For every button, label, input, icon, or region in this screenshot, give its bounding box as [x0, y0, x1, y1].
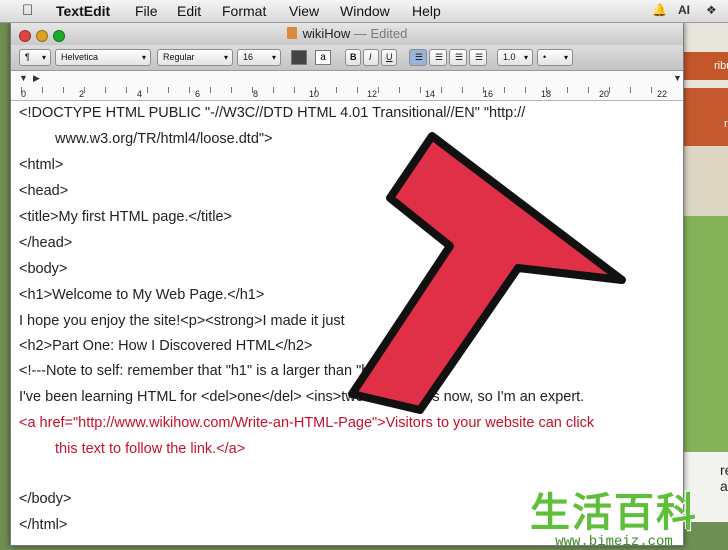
format-toolbar: ¶ ▾ Helvetica ▾ Regular ▾ 16 ▾ a B I U ☰ ☰ ☰…	[11, 45, 683, 71]
ruler-number: 22	[657, 89, 668, 99]
list-style-popup[interactable]: • ▾	[537, 49, 573, 66]
link-code-line: this text to follow the link.</a>	[55, 441, 246, 457]
right-margin-marker-icon[interactable]: ▼	[673, 73, 682, 83]
code-line: www.w3.org/TR/html4/loose.dtd">	[55, 131, 273, 147]
code-line: </html>	[19, 517, 68, 533]
ruler-number: 8	[253, 89, 259, 99]
code-line: <body>	[19, 261, 68, 277]
dropbox-icon[interactable]: ❖	[706, 3, 717, 17]
ruler-number: 0	[21, 89, 27, 99]
menu-file[interactable]: File	[135, 3, 158, 19]
window-title: wikiHow	[302, 26, 351, 41]
watermark-logo: 生活百科	[530, 490, 698, 536]
background-tab: ributes	[680, 52, 728, 80]
underline-button[interactable]: U	[381, 49, 397, 66]
justify-button[interactable]: ☰	[469, 49, 487, 66]
font-size-combo[interactable]: 16 ▾	[237, 49, 281, 66]
code-line: </head>	[19, 235, 73, 251]
ruler-number: 12	[367, 89, 378, 99]
ruler-number: 4	[137, 89, 143, 99]
menu-format[interactable]: Format	[222, 3, 266, 19]
code-line: </body>	[19, 491, 72, 507]
textedit-window: wikiHow — Edited ¶ ▾ Helvetica ▾ Regular ▾ …	[10, 22, 684, 546]
ruler-ticks	[21, 87, 661, 93]
font-family-popup[interactable]: Helvetica ▾	[55, 49, 151, 66]
window-titlebar[interactable]: wikiHow — Edited	[11, 23, 683, 45]
ruler-number: 14	[425, 89, 436, 99]
zoom-button[interactable]	[53, 30, 65, 42]
align-center-button[interactable]: ☰	[429, 49, 447, 66]
code-line: <!DOCTYPE HTML PUBLIC "-//W3C//DTD HTML …	[19, 105, 526, 121]
chevron-down-icon: ▾	[271, 53, 276, 62]
link-code-line: <a href="http://www.wikihow.com/Write-an…	[19, 415, 595, 431]
apple-menu-icon[interactable]: 	[22, 2, 33, 19]
minimize-button[interactable]	[36, 30, 48, 42]
code-line: I've been learning HTML for <del>one</de…	[19, 389, 585, 405]
menu-app-textedit[interactable]: TextEdit	[56, 3, 110, 19]
document-icon	[286, 27, 297, 39]
code-line: <title>My first HTML page.</title>	[19, 209, 233, 225]
menu-window[interactable]: Window	[340, 3, 390, 19]
background-request-panel: reques	[680, 88, 728, 146]
background-green-panel	[680, 216, 728, 456]
indent-marker-icon[interactable]: ▶	[33, 73, 40, 84]
code-line: <html>	[19, 157, 64, 173]
align-left-button[interactable]: ☰	[409, 49, 427, 66]
menu-view[interactable]: View	[289, 3, 319, 19]
close-button[interactable]	[19, 30, 31, 42]
text-color-swatch[interactable]	[291, 50, 307, 65]
ruler-number: 18	[541, 89, 552, 99]
code-line: <!---Note to self: remember that "h1" is…	[19, 363, 406, 379]
menu-edit[interactable]: Edit	[177, 3, 201, 19]
notification-bell-icon[interactable]: 🔔	[652, 3, 667, 17]
align-right-button[interactable]: ☰	[449, 49, 467, 66]
highlight-color-swatch[interactable]: a	[315, 50, 331, 65]
edited-status: Edited	[370, 26, 408, 41]
ruler-number: 10	[309, 89, 320, 99]
watermark: 生活百科 www.bimeiz.com	[530, 480, 698, 550]
code-line: <h2>Part One: How I Discovered HTML</h2>	[19, 338, 313, 354]
ruler[interactable]: ▼ ▶ ▼ 0 2 4 6 8 10 12 14 16 18 20 22	[11, 71, 683, 101]
ruler-number: 16	[483, 89, 494, 99]
watermark-url: www.bimeiz.com	[555, 534, 673, 550]
menu-help[interactable]: Help	[412, 3, 441, 19]
background-section	[680, 146, 728, 216]
font-style-popup[interactable]: Regular ▾	[157, 49, 233, 66]
chevron-down-icon: ▾	[141, 53, 146, 62]
ruler-number: 6	[195, 89, 201, 99]
code-line: <head>	[19, 183, 69, 199]
adobe-tray-label[interactable]: AI	[678, 3, 690, 17]
menu-bar:  TextEdit File Edit Format View Window …	[0, 0, 728, 23]
chevron-down-icon: ▾	[41, 53, 46, 62]
title-separator: —	[353, 26, 371, 41]
code-line: <h1>Welcome to My Web Page.</h1>	[19, 287, 265, 303]
chevron-down-icon: ▾	[223, 53, 228, 62]
ruler-number: 20	[599, 89, 610, 99]
code-line: I hope you enjoy the site!<p><strong>I m…	[19, 313, 345, 329]
tab-stop-marker-icon[interactable]: ▼	[19, 73, 28, 83]
paragraph-style-popup[interactable]: ¶ ▾	[19, 49, 51, 66]
chevron-down-icon: ▾	[523, 53, 528, 62]
bold-button[interactable]: B	[345, 49, 361, 66]
chevron-down-icon: ▾	[563, 53, 568, 62]
line-spacing-popup[interactable]: 1.0 ▾	[497, 49, 533, 66]
ruler-number: 2	[79, 89, 85, 99]
italic-button[interactable]: I	[363, 49, 379, 66]
